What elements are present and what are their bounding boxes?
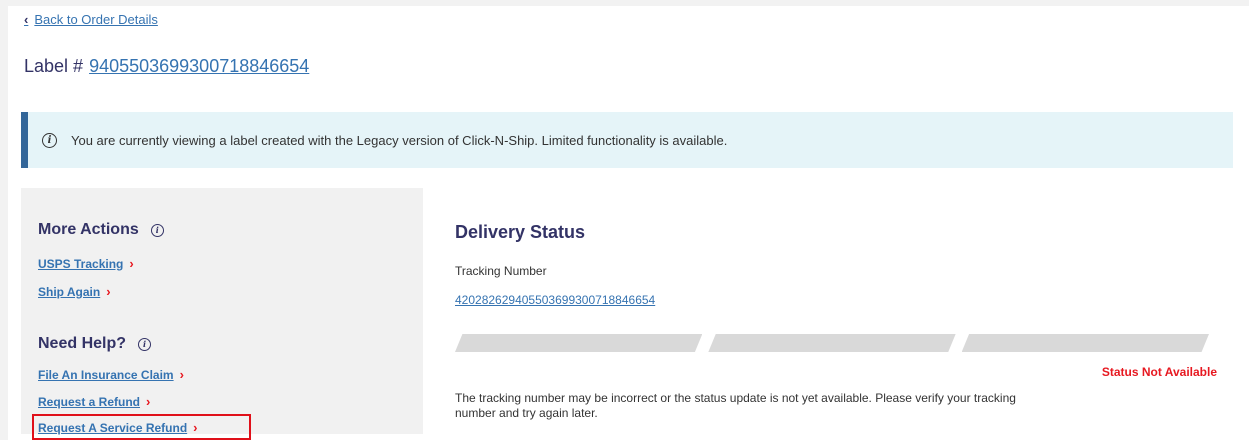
ship-again-link[interactable]: Ship Again ›: [38, 284, 111, 299]
usps-tracking-link[interactable]: USPS Tracking ›: [38, 256, 134, 271]
file-insurance-claim-link[interactable]: File An Insurance Claim ›: [38, 367, 184, 382]
file-insurance-claim-label: File An Insurance Claim: [38, 367, 174, 382]
progress-step: [455, 334, 703, 352]
tracking-number-label: Tracking Number: [455, 264, 547, 278]
usps-tracking-label: USPS Tracking: [38, 256, 124, 271]
info-icon[interactable]: i: [138, 337, 152, 351]
label-number-link[interactable]: 9405503699300718846654: [89, 56, 309, 77]
progress-step: [708, 334, 956, 352]
progress-step: [961, 334, 1209, 352]
back-to-order-details-link[interactable]: ‹ Back to Order Details: [24, 12, 158, 27]
legacy-info-banner: i You are currently viewing a label crea…: [21, 112, 1233, 168]
label-prefix: Label #: [24, 56, 84, 76]
more-actions-heading: More Actions i: [38, 221, 164, 239]
chevron-right-icon: ›: [129, 256, 134, 271]
delivery-status-section: Delivery Status: [455, 222, 1215, 243]
info-icon: i: [42, 132, 57, 148]
info-icon[interactable]: i: [150, 223, 164, 237]
need-help-label: Need Help?: [38, 335, 127, 352]
delivery-progress-bar: [455, 334, 1209, 352]
tracking-number-link[interactable]: 420282629405503699300718846654: [455, 293, 655, 307]
ship-again-label: Ship Again: [38, 284, 101, 299]
banner-text: You are currently viewing a label create…: [71, 132, 728, 148]
request-refund-link[interactable]: Request a Refund ›: [38, 394, 150, 409]
chevron-left-icon: ‹: [24, 12, 29, 27]
highlight-box: [32, 414, 251, 440]
need-help-heading: Need Help? i: [38, 335, 152, 353]
delivery-status-title: Delivery Status: [455, 222, 586, 242]
status-badge: Status Not Available: [1101, 365, 1217, 379]
chevron-right-icon: ›: [106, 284, 111, 299]
status-message: The tracking number may be incorrect or …: [455, 391, 1016, 420]
back-link-label: Back to Order Details: [34, 12, 158, 27]
chevron-right-icon: ›: [146, 394, 151, 409]
more-actions-label: More Actions: [38, 221, 139, 238]
request-refund-label: Request a Refund: [38, 394, 141, 409]
page-title: Label # 9405503699300718846654: [24, 56, 309, 77]
chevron-right-icon: ›: [179, 367, 184, 382]
